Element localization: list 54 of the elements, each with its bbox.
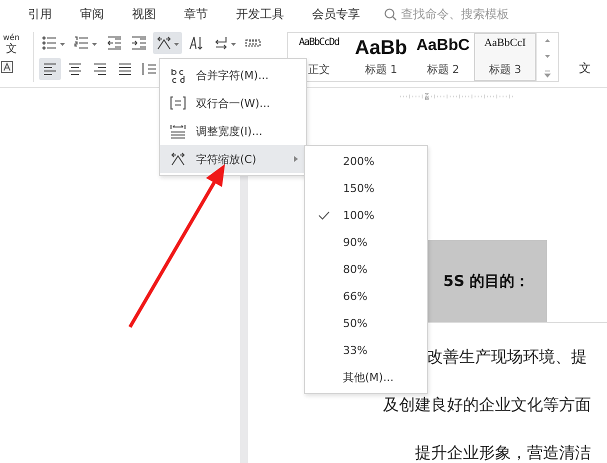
align-left-icon xyxy=(42,61,58,77)
paragraph-text: 提升企业形象，营造清洁 xyxy=(415,443,592,463)
menu-item[interactable]: 合并字符(M)... xyxy=(160,61,306,89)
caret-icon xyxy=(231,42,236,46)
menu-item[interactable]: 其他(M)... xyxy=(305,364,427,391)
menu-item[interactable]: 90% xyxy=(305,229,427,256)
menu-tab[interactable]: 会员专享 xyxy=(298,6,374,22)
justify-icon xyxy=(117,61,133,77)
adjust-width-icon xyxy=(170,123,186,139)
pinyin-guide-button[interactable]: wén 文 xyxy=(3,34,20,55)
style-preset[interactable]: AaBbC 标题 2 xyxy=(412,33,474,81)
bulleted-list-icon xyxy=(42,35,58,51)
style-preset[interactable]: AaBbCcI 标题 3 xyxy=(474,33,536,81)
character-scale-icon xyxy=(156,35,172,51)
increase-indent-icon xyxy=(131,35,147,51)
caret-icon xyxy=(92,42,97,46)
menu-item[interactable]: 100% xyxy=(305,202,427,229)
menu-item[interactable]: 字符缩放(C) xyxy=(160,145,306,173)
menu-item[interactable]: 调整宽度(I)... xyxy=(160,117,306,145)
menu-item[interactable]: 双行合一(W)... xyxy=(160,89,306,117)
style-preset[interactable]: AaBb 标题 1 xyxy=(350,33,412,81)
line-break-icon xyxy=(213,35,229,51)
text-direction-icon xyxy=(188,35,204,51)
toolbar-button[interactable] xyxy=(39,58,61,80)
submenu-arrow-icon xyxy=(294,156,298,162)
character-scale-icon xyxy=(170,151,186,167)
menu-tab[interactable]: 开发工具 xyxy=(222,6,298,22)
combine-characters-icon xyxy=(170,67,186,83)
numbered-list-icon xyxy=(74,35,90,51)
menu-item[interactable]: 150% xyxy=(305,175,427,202)
toolbar-button[interactable] xyxy=(153,32,182,54)
bracket-lines-icon xyxy=(170,95,186,111)
search-icon xyxy=(384,8,397,20)
paragraph-text: 改善生产现场环境、提 xyxy=(427,347,588,367)
menu-tab[interactable]: 引用 xyxy=(28,6,66,22)
toolbar-label[interactable]: 文 xyxy=(579,60,591,77)
menu-item[interactable]: 50% xyxy=(305,310,427,337)
character-border-icon[interactable] xyxy=(1,60,13,73)
menu-item[interactable]: 33% xyxy=(305,337,427,364)
menu-item[interactable]: 66% xyxy=(305,283,427,310)
caret-icon xyxy=(174,42,179,46)
menu-tab[interactable]: 审阅 xyxy=(66,6,118,22)
distribute-icon xyxy=(142,61,158,77)
menu-tab[interactable]: 章节 xyxy=(170,6,222,22)
caret-icon xyxy=(60,42,65,46)
menu-tab[interactable]: 视图 xyxy=(118,6,170,22)
paragraph-text: 及创建良好的企业文化等方面 xyxy=(383,395,592,415)
section-heading: 5S 的目的： xyxy=(443,272,530,291)
decrease-indent-icon xyxy=(106,35,122,51)
search-field[interactable]: 查找命令、搜索模板 xyxy=(384,6,533,22)
align-right-icon xyxy=(92,61,108,77)
menu-item[interactable]: 200% xyxy=(305,148,427,175)
align-center-icon xyxy=(67,61,83,77)
menu-item[interactable]: 80% xyxy=(305,256,427,283)
